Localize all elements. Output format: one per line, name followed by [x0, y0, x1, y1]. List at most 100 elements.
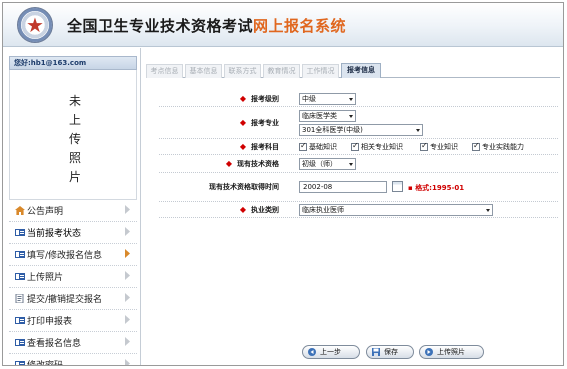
app-window: ★ 全国卫生专业技术资格考试网上报名系统 您好:hb1@163.com 未 上 … — [2, 2, 564, 366]
practice-category-selected: 临床执业医师 — [302, 206, 344, 214]
chevron-down-icon — [486, 209, 490, 212]
arrow-right-icon — [425, 348, 433, 356]
exam-subjects-label-text: 报考科目 — [251, 142, 279, 151]
tab-exam-info[interactable]: 报考信息 — [341, 63, 381, 78]
chevron-right-icon — [125, 205, 130, 214]
site-title: 全国卫生专业技术资格考试网上报名系统 — [67, 15, 346, 36]
exam-level-selected: 中级 — [302, 95, 316, 103]
main-content: 考点信息 基本信息 联系方式 教育情况 工作情况 报考信息 ◆ 报考级别 中级 ◆… — [142, 48, 563, 365]
tab-basic-info[interactable]: 基本信息 — [185, 64, 222, 78]
user-email-bar: 您好:hb1@163.com — [9, 56, 137, 70]
tab-work[interactable]: 工作情况 — [302, 64, 339, 78]
current-qualification-select[interactable]: 初级（师） — [299, 158, 356, 170]
checkbox-checked-icon — [420, 141, 428, 151]
exam-level-label-text: 报考级别 — [251, 94, 279, 103]
sidebar-item-edit-info[interactable]: 填写/修改报名信息 — [9, 244, 137, 266]
subject-option-label: 专业实践能力 — [482, 143, 524, 151]
specialty-selected: 301全科医学(中级) — [302, 126, 363, 134]
current-qualification-label: ◆ 现有技术资格 — [159, 155, 293, 172]
qualification-date-label-text: 现有技术资格取得时间 — [209, 183, 279, 191]
sidebar-item-label: 提交/撤销提交报名 — [27, 295, 103, 305]
current-qualification-selected: 初级（师） — [302, 160, 337, 168]
chevron-down-icon — [349, 115, 353, 118]
subject-checkbox-related[interactable]: 相关专业知识 — [351, 141, 403, 152]
required-marker: ◆ — [225, 159, 232, 168]
exam-specialty-label: ◆ 报考专业 — [159, 107, 293, 138]
logo-emblem: ★ — [17, 7, 53, 43]
row-qualification-date: 现有技术资格取得时间 2002-08 ▪ 格式:1995-01 — [159, 173, 558, 202]
sidebar-item-announcement[interactable]: 公告声明 — [9, 200, 137, 222]
practice-category-label-text: 执业类别 — [251, 205, 279, 214]
subject-checkbox-professional[interactable]: 专业知识 — [420, 141, 458, 152]
sidebar-item-label: 打印申报表 — [27, 317, 73, 327]
exam-subjects-label: ◆ 报考科目 — [159, 139, 293, 154]
card-icon — [15, 229, 25, 236]
checkbox-checked-icon — [351, 141, 359, 151]
specialty-category-select[interactable]: 临床医学类 — [299, 110, 356, 122]
sidebar: 您好:hb1@163.com 未 上 传 照 片 公告声明 当前报考状态 填写/… — [3, 48, 141, 366]
exam-level-label: ◆ 报考级别 — [159, 91, 293, 106]
practice-category-select[interactable]: 临床执业医师 — [299, 204, 493, 216]
calendar-icon[interactable] — [392, 181, 403, 192]
prev-step-button[interactable]: 上一步 — [302, 345, 360, 359]
exam-specialty-label-text: 报考专业 — [251, 118, 279, 127]
tab-exam-site[interactable]: 考点信息 — [146, 64, 183, 78]
home-icon — [15, 206, 25, 215]
sidebar-item-label: 修改密码 — [27, 361, 64, 366]
arrow-left-icon — [308, 348, 316, 356]
row-exam-subjects: ◆ 报考科目 基础知识 相关专业知识 专业知识 专业实践能力 — [159, 139, 558, 155]
chevron-right-icon — [125, 315, 130, 324]
checkbox-checked-icon — [299, 141, 307, 151]
date-format-hint: ▪ 格式:1995-01 — [408, 183, 464, 193]
chevron-right-icon — [125, 249, 130, 258]
chevron-down-icon — [416, 129, 420, 132]
chevron-down-icon — [349, 98, 353, 101]
sidebar-item-view-info[interactable]: 查看报名信息 — [9, 332, 137, 354]
header-banner: ★ 全国卫生专业技术资格考试网上报名系统 — [3, 3, 563, 47]
tab-education[interactable]: 教育情况 — [263, 64, 300, 78]
sidebar-item-label: 当前报考状态 — [27, 229, 82, 239]
subject-option-label: 基础知识 — [309, 143, 337, 151]
qualification-date-input[interactable]: 2002-08 — [299, 181, 387, 193]
sidebar-item-label: 上传照片 — [27, 273, 64, 283]
subject-option-label: 专业知识 — [430, 143, 458, 151]
sidebar-item-change-password[interactable]: 修改密码 — [9, 354, 137, 366]
sidebar-item-label: 填写/修改报名信息 — [27, 251, 103, 261]
save-label: 保存 — [384, 348, 398, 356]
row-exam-level: ◆ 报考级别 中级 — [159, 91, 558, 107]
tab-contact[interactable]: 联系方式 — [224, 64, 261, 78]
row-practice-category: ◆ 执业类别 临床执业医师 — [159, 202, 558, 218]
card-icon — [15, 273, 25, 280]
prev-step-label: 上一步 — [320, 348, 341, 356]
chevron-right-icon — [125, 271, 130, 280]
tab-bar: 考点信息 基本信息 联系方式 教育情况 工作情况 报考信息 — [146, 63, 560, 78]
sidebar-item-print[interactable]: 打印申报表 — [9, 310, 137, 332]
specialty-category-selected: 临床医学类 — [302, 112, 337, 120]
required-marker: ◆ — [239, 94, 246, 103]
date-format-hint-text: 格式:1995-01 — [415, 184, 465, 192]
subject-checkbox-practice[interactable]: 专业实践能力 — [472, 141, 524, 152]
chevron-down-icon — [349, 163, 353, 166]
save-disk-icon — [372, 348, 380, 356]
card-icon — [15, 339, 25, 346]
chevron-right-icon — [125, 293, 130, 302]
required-marker: ◆ — [239, 205, 246, 214]
sidebar-menu: 公告声明 当前报考状态 填写/修改报名信息 上传照片 提交/撤销提交报名 打印申… — [9, 200, 137, 366]
document-icon — [15, 294, 24, 303]
site-title-main: 全国卫生专业技术资格考试 — [67, 17, 254, 35]
exam-level-select[interactable]: 中级 — [299, 93, 356, 105]
save-button[interactable]: 保存 — [366, 345, 414, 359]
row-exam-specialty: ◆ 报考专业 临床医学类 301全科医学(中级) — [159, 107, 558, 139]
sidebar-item-current-status[interactable]: 当前报考状态 — [9, 222, 137, 244]
sidebar-item-submit[interactable]: 提交/撤销提交报名 — [9, 288, 137, 310]
upload-photo-button[interactable]: 上传照片 — [419, 345, 484, 359]
card-icon — [15, 317, 25, 324]
card-icon — [15, 361, 25, 365]
star-icon: ★ — [26, 13, 44, 37]
card-icon — [15, 251, 25, 258]
sidebar-item-upload-photo[interactable]: 上传照片 — [9, 266, 137, 288]
subject-checkbox-basic[interactable]: 基础知识 — [299, 141, 337, 152]
sidebar-item-label: 查看报名信息 — [27, 339, 82, 349]
row-current-qualification: ◆ 现有技术资格 初级（师） — [159, 155, 558, 173]
specialty-select[interactable]: 301全科医学(中级) — [299, 124, 423, 136]
